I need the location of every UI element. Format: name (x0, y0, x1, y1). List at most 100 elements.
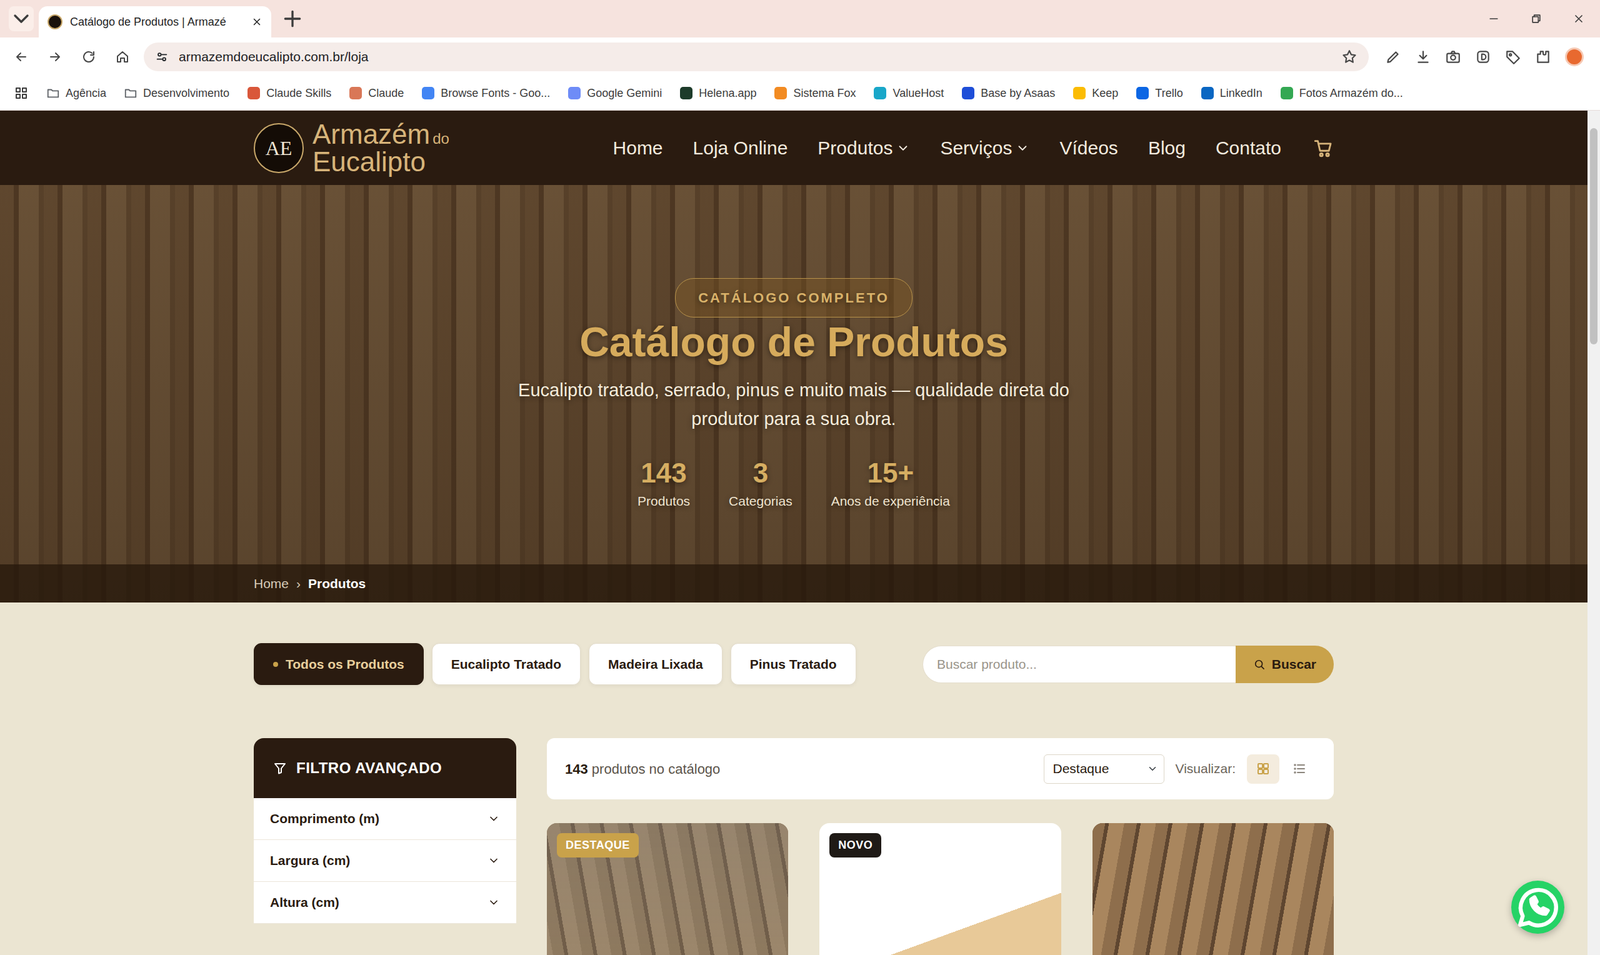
close-tab-icon[interactable] (251, 16, 263, 28)
view-button[interactable] (1246, 754, 1280, 784)
main-menu: Home Loja Online Produtos Serviços Vídeos Blo… (613, 133, 1334, 162)
home-icon[interactable] (110, 44, 135, 70)
product-grid: DESTAQUENOVO (546, 823, 1334, 955)
extension-d-icon[interactable] (1475, 48, 1492, 65)
chevron-down-icon[interactable] (487, 896, 500, 909)
pen-icon[interactable] (1385, 48, 1402, 65)
bookmark[interactable]: Helena.app (679, 85, 757, 102)
bookmark[interactable]: Desenvolvimento (123, 85, 230, 102)
filter-group[interactable]: Largura (cm) (253, 840, 517, 882)
search-button[interactable]: Buscar (1235, 645, 1334, 684)
back-icon[interactable] (8, 44, 34, 70)
bookmark[interactable]: Fotos Armazém do... (1280, 85, 1404, 102)
menu-link[interactable]: Vídeos (1059, 133, 1118, 162)
menu-link[interactable]: Home (613, 133, 664, 162)
bookmark[interactable]: Agência (46, 85, 107, 102)
cart-icon[interactable] (1312, 137, 1334, 159)
favicon-icon (1135, 86, 1150, 100)
minimize-icon[interactable] (1472, 0, 1515, 38)
advanced-filter: FILTRO AVANÇADOComprimento (m)Largura (c… (253, 738, 517, 924)
download-icon[interactable] (1415, 48, 1432, 65)
forward-icon[interactable] (42, 44, 68, 70)
tab-search-icon[interactable] (8, 6, 34, 32)
category-pill[interactable]: Eucalipto Tratado (431, 643, 581, 685)
bookmark[interactable]: Sistema Fox (773, 85, 856, 102)
product-count: 143 produtos no catálogo (565, 758, 720, 780)
filter-group[interactable]: Altura (cm) (253, 881, 517, 924)
product-card[interactable]: NOVO (819, 823, 1061, 955)
address-bar[interactable]: armazemdoeucalipto.com.br/loja (143, 42, 1369, 72)
scrollbar[interactable] (1587, 110, 1600, 955)
hero-subtitle: Eucalipto tratado, serrado, pinus e muit… (509, 375, 1079, 434)
bookmark[interactable]: Browse Fonts - Goo... (421, 85, 550, 102)
puzzle-icon[interactable] (1535, 48, 1552, 65)
breadcrumb-item: Produtos (308, 573, 366, 594)
menu-link[interactable]: Blog (1148, 133, 1186, 162)
bookmark-label: Claude Skills (266, 85, 332, 102)
menu-link[interactable]: Loja Online (693, 133, 789, 162)
bookmark[interactable]: Claude Skills (246, 85, 332, 102)
breadcrumb-separator: › (296, 573, 301, 594)
search-icon (1253, 658, 1266, 671)
whatsapp-icon[interactable] (1511, 880, 1565, 934)
product-card[interactable] (1092, 823, 1334, 955)
favicon-icon (348, 86, 363, 100)
breadcrumb-item[interactable]: Home (253, 573, 289, 594)
search: Buscar (922, 645, 1334, 684)
stat: 3Categorias (728, 458, 793, 511)
menu-link[interactable]: Produtos (817, 133, 910, 162)
bookmark[interactable]: Google Gemini (567, 85, 662, 102)
close-window-icon[interactable] (1557, 0, 1600, 38)
bookmark-label: Google Gemini (586, 85, 662, 102)
site-info-icon[interactable] (155, 50, 169, 64)
chevron-down-icon[interactable] (487, 812, 500, 825)
new-tab-icon[interactable] (280, 6, 305, 32)
logo[interactable]: ArmazémdoEucalipto (312, 120, 450, 176)
favicon-icon (1280, 86, 1294, 100)
bookmark-label: LinkedIn (1220, 85, 1263, 102)
menu-link[interactable]: Contato (1215, 133, 1282, 162)
menu-link[interactable]: Serviços (940, 133, 1030, 162)
restore-icon[interactable] (1515, 0, 1558, 38)
category-pill[interactable]: Todos os Produtos (253, 643, 424, 685)
bookmark-label: Base by Asaas (980, 85, 1055, 102)
list-view-icon (1291, 761, 1307, 777)
bookmark[interactable]: Trello (1135, 85, 1183, 102)
breadcrumb: Home › Produtos (0, 564, 1588, 603)
search-input[interactable] (922, 645, 1236, 684)
url[interactable]: armazemdoeucalipto.com.br/loja (178, 46, 369, 67)
stat: 143Produtos (637, 458, 690, 511)
favicon-icon (47, 14, 63, 30)
category-pill[interactable]: Madeira Lixada (588, 643, 723, 685)
filter-group[interactable]: Comprimento (m) (253, 798, 517, 840)
view-button[interactable] (1283, 754, 1316, 784)
bookmark[interactable]: Keep (1072, 85, 1119, 102)
scroll-thumb[interactable] (1590, 128, 1598, 345)
bookmark-label: Fotos Armazém do... (1299, 85, 1404, 102)
profile-avatar[interactable] (1565, 47, 1584, 67)
logo-mark[interactable]: AE (253, 123, 304, 174)
category-pill[interactable]: Pinus Tratado (730, 643, 857, 685)
bookmark[interactable]: Claude (348, 85, 404, 102)
sort-select[interactable]: Destaque (1043, 754, 1165, 784)
bookmark[interactable]: LinkedIn (1200, 85, 1263, 102)
product-card[interactable]: DESTAQUE (546, 823, 789, 955)
bookmark-label: Agência (65, 85, 107, 102)
bookmark-star-icon[interactable] (1341, 48, 1358, 65)
bookmark-label: ValueHost (892, 85, 944, 102)
bookmark-label: Helena.app (698, 85, 757, 102)
bookmark[interactable]: ValueHost (873, 85, 944, 102)
bookmark-label: Claude (368, 85, 404, 102)
tab-title: Catálogo de Produtos | Armazé (70, 13, 244, 31)
browser-tab[interactable]: Catálogo de Produtos | Armazé (38, 6, 272, 38)
camera-icon[interactable] (1445, 48, 1462, 65)
favicon-icon (873, 86, 887, 100)
bookmark[interactable]: Base by Asaas (961, 85, 1055, 102)
chevron-down-icon[interactable] (487, 854, 500, 867)
reload-icon[interactable] (76, 44, 102, 70)
toolbar: armazemdoeucalipto.com.br/loja (0, 37, 1600, 77)
favicon-icon (679, 86, 694, 100)
product-photo (1092, 823, 1334, 955)
tag-icon[interactable] (1505, 48, 1522, 65)
apps-grid-icon[interactable] (13, 85, 29, 101)
